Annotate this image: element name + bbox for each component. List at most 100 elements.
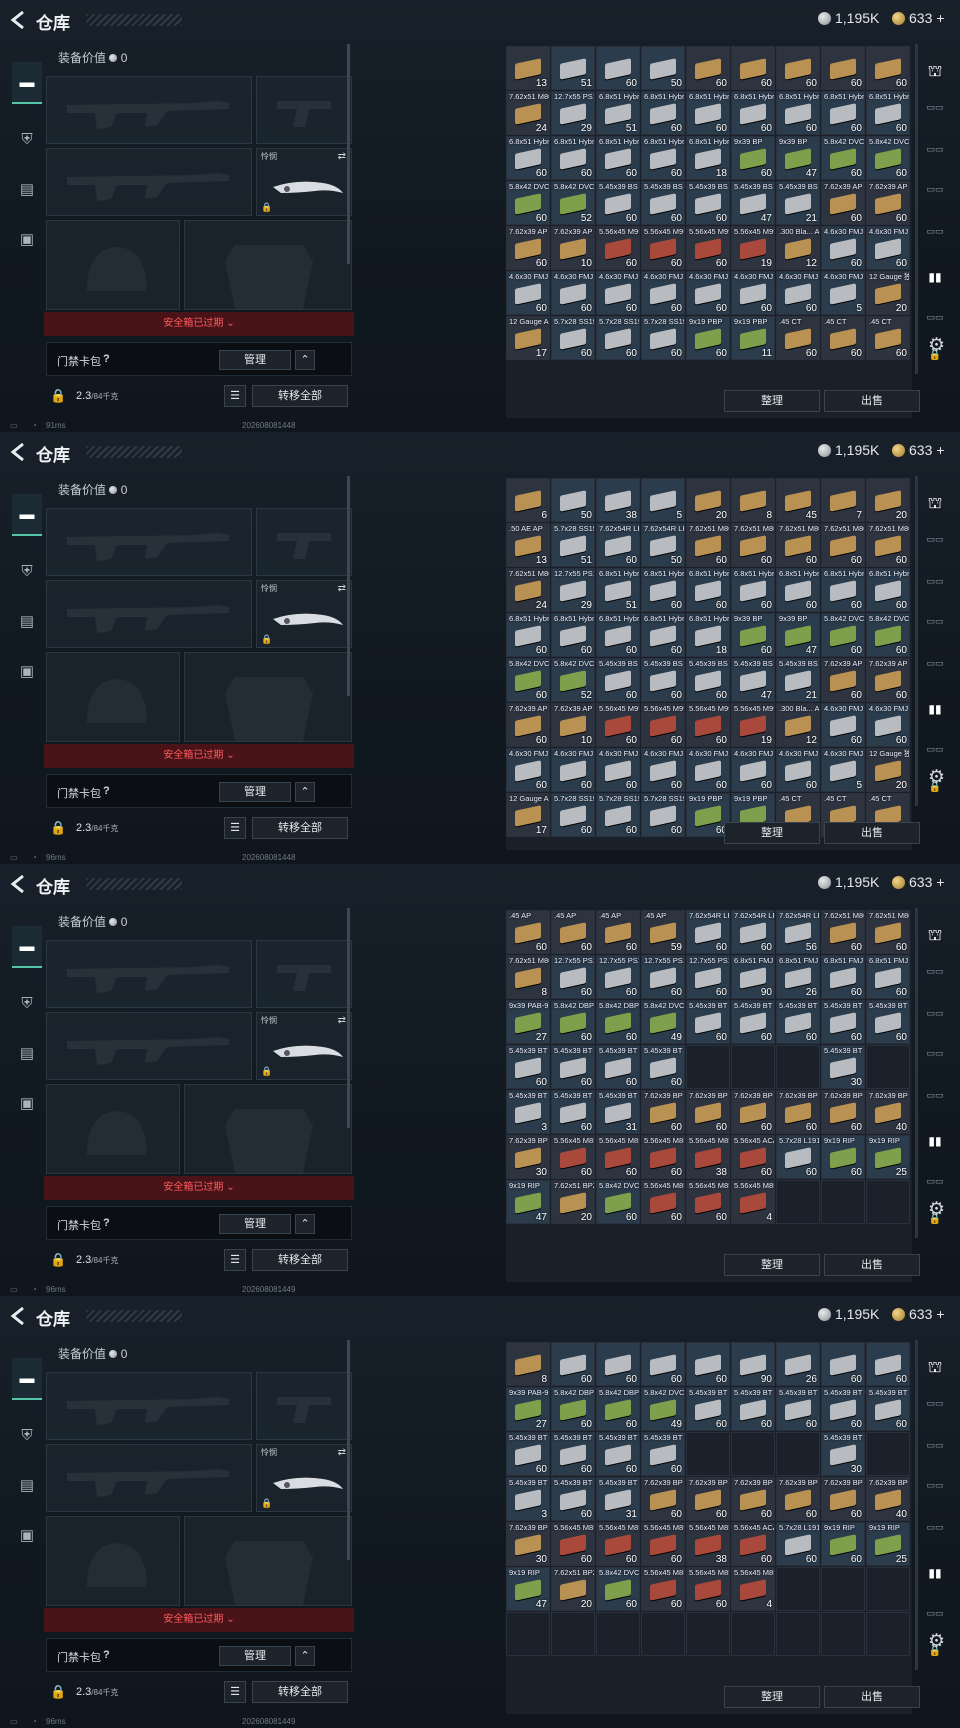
stash-item[interactable]: 6.8x51 Hybrid 18 [686,613,730,657]
body-armor-slot[interactable] [184,1084,352,1174]
stash-item[interactable]: 5.8x42 DVC12 60 [596,1180,640,1224]
manage-button[interactable]: 管理 [219,1646,291,1666]
tab-weapons[interactable]: ▬ [12,1358,42,1400]
stash-item[interactable]: 7 [821,478,865,522]
plus-icon[interactable]: + [936,1306,944,1322]
stash-item[interactable]: 6.8x51 Hybrid 60 [551,613,595,657]
stash-item[interactable]: 7.62x39 BP 60 [821,1090,865,1134]
stash-item[interactable]: 6.8x51 Hybrid 60 [596,613,640,657]
body-armor-slot[interactable] [184,220,352,310]
stash-item[interactable]: 5.8x42 DVC12 60 [866,613,910,657]
stash-item[interactable]: 5.56x45 M995 19 [731,703,775,747]
stash-item[interactable]: 60 [866,1342,910,1386]
stash-item[interactable]: 5.45x39 BT 60 [506,1432,550,1476]
stash-item[interactable]: 5.45x39 BS 47 [731,181,775,225]
stash-item[interactable]: 4.6x30 FMJ SX 60 [596,271,640,315]
transfer-all-button[interactable]: 转移全部 [252,817,348,839]
stash-page-7-icon[interactable]: ▭▭ [922,744,948,764]
stash-item[interactable]: 5.56x45 M855 60 [686,1180,730,1224]
stash-item[interactable]: 7.62x51 M80 60 [821,910,865,954]
stash-item[interactable]: 5.8x42 DVC12 60 [821,136,865,180]
stash-item[interactable]: 5.8x42 DVC12 60 [506,181,550,225]
stash-item[interactable]: 4.6x30 FMJ SX 60 [866,226,910,270]
stash-item[interactable]: 7.62x39 AP 60 [506,226,550,270]
stash-item[interactable]: 4.6x30 FMJ SX 60 [686,748,730,792]
gear-icon[interactable]: ⚙ [928,766,945,789]
tab-rig[interactable]: ▤ [12,174,42,204]
secondary-weapon-slot[interactable] [46,148,252,216]
stash-item[interactable]: 9x19 PBP 11 [731,316,775,360]
stash-item[interactable]: 12.7x55 PS12B 29 [551,568,595,612]
stash-item[interactable]: 6.8x51 Hybrid 60 [641,91,685,135]
loadout-scrollbar[interactable] [347,908,350,1128]
stash-item[interactable]: 45 [776,478,820,522]
helmet-slot[interactable] [46,1084,180,1174]
stash-item[interactable]: 4.6x30 FMJ SX 60 [641,748,685,792]
stash-item[interactable]: 5.45x39 BT 60 [551,1045,595,1089]
stash-item[interactable]: 4.6x30 FMJ SX 60 [821,703,865,747]
help-icon[interactable]: ? [103,1217,110,1229]
stash-item[interactable]: 7.62x39 BP 60 [641,1477,685,1521]
stash-item[interactable]: 5.8x42 DVC12 52 [551,181,595,225]
empty-stash-cell[interactable] [776,1612,820,1656]
stash-item[interactable]: 5.8x42 DBP10+P 60 [596,1387,640,1431]
stash-page-2-icon[interactable]: ▭▭ [922,534,948,554]
stash-item[interactable]: 5.45x39 BT 60 [821,1387,865,1431]
stash-scrollbar[interactable] [915,1340,918,1670]
stash-item[interactable]: 9x19 RIP 25 [866,1522,910,1566]
stash-item[interactable]: 5.8x42 DVC12 49 [641,1387,685,1431]
empty-stash-cell[interactable] [731,1432,775,1476]
stash-item[interactable]: 7.62x39 BP 60 [686,1477,730,1521]
stash-item[interactable]: 5.7x28 SS190 60 [641,316,685,360]
stash-item[interactable]: 5.8x42 DVC12 60 [821,613,865,657]
stash-item[interactable]: 9x19 RIP 47 [506,1180,550,1224]
empty-stash-cell[interactable] [686,1432,730,1476]
stash-page-3-icon[interactable]: ▭▭ [922,144,948,164]
stash-item[interactable]: 5.7x28 SS190 51 [551,523,595,567]
tab-weapons[interactable]: ▬ [12,494,42,536]
primary-weapon-slot[interactable] [46,76,252,144]
organize-button[interactable]: 整理 [724,822,820,844]
tab-weapons[interactable]: ▬ [12,62,42,104]
empty-stash-cell[interactable] [776,1180,820,1224]
stash-item[interactable]: 7.62x51 M80 60 [776,523,820,567]
stash-item[interactable]: 5.7x28 SS190 60 [551,316,595,360]
stash-item[interactable]: 5.8x42 DVC12 60 [506,658,550,702]
help-icon[interactable]: ? [103,785,110,797]
stash-page-7-icon[interactable]: ▭▭ [922,1608,948,1628]
stash-item[interactable]: 5.56x45 M995 60 [596,703,640,747]
gear-icon[interactable]: ⚙ [928,1630,945,1653]
collapse-button[interactable]: ⌃ [295,1646,315,1666]
manage-button[interactable]: 管理 [219,350,291,370]
stash-item[interactable]: 4.6x30 FMJ SX 60 [731,271,775,315]
tab-rig[interactable]: ▤ [12,1470,42,1500]
stash-item[interactable]: 7.62x39 BP 60 [821,1477,865,1521]
stash-item[interactable]: 6.8x51 Hybrid 60 [506,613,550,657]
stash-item[interactable]: 5.45x39 BT 60 [596,1045,640,1089]
stash-item[interactable]: 6.8x51 Hybrid 60 [776,568,820,612]
stash-item[interactable]: 60 [596,46,640,90]
stash-scrollbar[interactable] [915,44,918,374]
stash-item[interactable]: 5.8x42 DVC12 60 [596,1567,640,1611]
stash-item[interactable]: 6.8x51 Hybrid 60 [821,568,865,612]
stash-item[interactable]: 5.56x45 M855A1 60 [551,1522,595,1566]
collapse-button[interactable]: ⌃ [295,350,315,370]
stash-item[interactable]: 4.6x30 FMJ SX 60 [686,271,730,315]
stash-item[interactable]: .300 Bla... AP 12 [776,226,820,270]
stash-item[interactable]: 7.62x51 M80 60 [686,523,730,567]
stash-item[interactable]: 12.7x55 PS12B 60 [686,955,730,999]
stash-item[interactable]: 5.45x39 BT 3 [506,1477,550,1521]
stash-item[interactable]: .45 CT 60 [776,316,820,360]
stash-item[interactable]: 7.62x39 BP 40 [866,1090,910,1134]
stash-page-3-icon[interactable]: ▭▭ [922,1008,948,1028]
stash-item[interactable]: 4.6x30 FMJ SX 60 [776,748,820,792]
stash-item[interactable]: 7.62x51 M80 60 [866,523,910,567]
stash-page-4-icon[interactable]: ▭▭ [922,1048,948,1068]
stash-item[interactable]: 9x39 BP 60 [731,136,775,180]
stash-item[interactable]: 9x19 RIP 47 [506,1567,550,1611]
stash-item[interactable]: 5.56x45 M995 60 [641,703,685,747]
stash-item[interactable]: 5.8x42 DBP10+P 60 [551,1000,595,1044]
stash-item[interactable]: 4.6x30 FMJ SX 5 [821,748,865,792]
stash-page-7-icon[interactable]: ▭▭ [922,312,948,332]
stash-item[interactable]: 4.6x30 FMJ SX 60 [866,703,910,747]
